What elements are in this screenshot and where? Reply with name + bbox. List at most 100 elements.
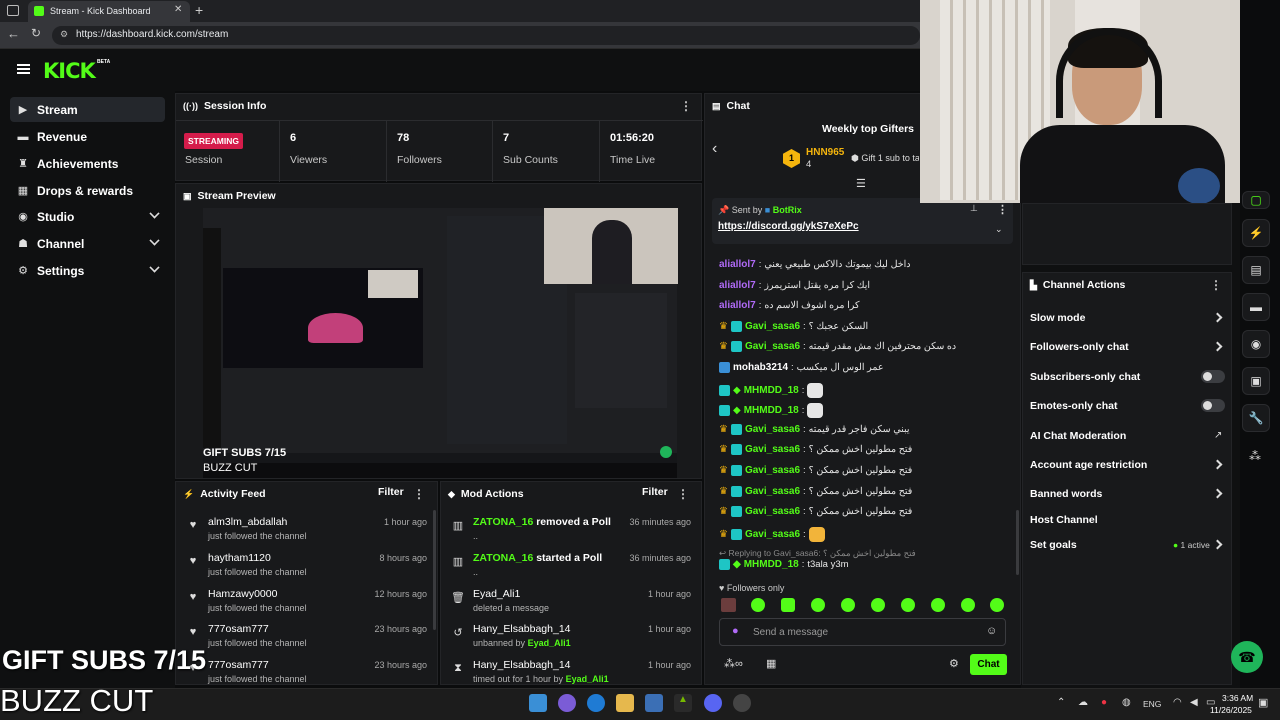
account-age-action[interactable]: Account age restriction: [1030, 459, 1147, 471]
host-channel-action[interactable]: Host Channel: [1030, 514, 1098, 526]
chat-user[interactable]: Gavi_sasa6: [745, 341, 800, 352]
emote-icon[interactable]: [841, 598, 855, 612]
activity-user[interactable]: alm3lm_abdallah: [208, 516, 287, 528]
emote-icon[interactable]: [721, 598, 736, 612]
pinned-link[interactable]: https://discord.gg/ykS7eXePc: [718, 221, 859, 232]
sidebar-item-achievements[interactable]: ♜ Achievements: [10, 151, 165, 176]
rail-button-broadcast[interactable]: ◉: [1242, 330, 1270, 358]
browser-tab[interactable]: Stream - Kick Dashboard ✕: [28, 1, 190, 22]
activity-user[interactable]: 777osam777: [208, 659, 269, 671]
chat-user[interactable]: aliallol7: [719, 300, 756, 311]
chat-settings-icon[interactable]: ⚙: [949, 657, 959, 670]
set-goals-action[interactable]: Set goals: [1030, 539, 1077, 551]
site-info-icon[interactable]: ⚙: [60, 29, 68, 40]
send-chat-button[interactable]: Chat: [970, 654, 1007, 675]
activity-user[interactable]: Hamzawy0000: [208, 588, 277, 600]
subscribers-only-toggle[interactable]: [1201, 370, 1225, 383]
ai-moderation-action[interactable]: AI Chat Moderation: [1030, 430, 1126, 442]
emote-icon[interactable]: [871, 598, 885, 612]
chat-user[interactable]: aliallol7: [719, 280, 756, 291]
gifter-name[interactable]: HNN965: [806, 147, 844, 158]
banned-words-action[interactable]: Banned words: [1030, 488, 1102, 500]
chat-user[interactable]: Gavi_sasa6: [745, 486, 800, 497]
gift-icon[interactable]: ▦: [766, 657, 776, 670]
chat-input[interactable]: ● Send a message ☺: [719, 618, 1006, 646]
chat-scrollbar[interactable]: [1016, 510, 1019, 575]
clock-date[interactable]: 11/26/2025: [1210, 705, 1252, 715]
followers-only-action[interactable]: Followers-only chat: [1030, 341, 1129, 353]
gift-sub-button[interactable]: ⬢ Gift 1 sub to ta: [851, 153, 919, 164]
more-options-icon[interactable]: ⋮: [680, 99, 692, 113]
hamburger-menu-icon[interactable]: [17, 64, 30, 74]
sidebar-item-settings[interactable]: ⚙ Settings: [10, 258, 165, 283]
wifi-icon[interactable]: ◠: [1173, 697, 1182, 708]
chat-user[interactable]: MHMDD_18: [744, 559, 799, 570]
chat-user[interactable]: Gavi_sasa6: [745, 506, 800, 517]
mod-user[interactable]: ZATONA_16: [473, 516, 533, 528]
more-options-icon[interactable]: ⋮: [997, 203, 1008, 216]
discord-icon[interactable]: [704, 694, 722, 712]
mod-by-user[interactable]: Eyad_Ali1: [566, 674, 609, 684]
mod-user[interactable]: Eyad_Ali1: [473, 588, 520, 600]
new-tab-icon[interactable]: +: [195, 2, 203, 18]
nvidia-icon[interactable]: ▲: [674, 694, 692, 712]
emote-icon[interactable]: [961, 598, 975, 612]
chat-user[interactable]: aliallol7: [719, 259, 756, 270]
emotes-only-toggle[interactable]: [1201, 399, 1225, 412]
filter-button[interactable]: Filter: [642, 486, 668, 498]
onedrive-icon[interactable]: ☁: [1078, 697, 1088, 708]
edge-icon[interactable]: [587, 694, 605, 712]
kick-points-rail-icon[interactable]: ⁂: [1249, 449, 1261, 463]
language-indicator[interactable]: ENG: [1143, 699, 1161, 709]
scrollbar[interactable]: [433, 510, 436, 630]
emote-icon[interactable]: [901, 598, 915, 612]
file-explorer-icon[interactable]: [616, 694, 634, 712]
mic-icon[interactable]: ●: [732, 625, 739, 637]
pin-icon[interactable]: ⊥: [970, 203, 978, 214]
clock-time[interactable]: 3:36 AM: [1222, 693, 1253, 703]
volume-icon[interactable]: ◀: [1190, 697, 1198, 708]
activity-user[interactable]: 777osam777: [208, 623, 269, 635]
emote-icon[interactable]: [811, 598, 825, 612]
kick-points-icon[interactable]: ⁂∞: [724, 657, 743, 670]
tray-chevron-icon[interactable]: ⌃: [1057, 697, 1065, 708]
activity-user[interactable]: haytham1120: [208, 552, 271, 564]
more-options-icon[interactable]: ⋮: [677, 487, 689, 501]
mic-tray-icon[interactable]: ●: [1101, 697, 1107, 708]
url-field[interactable]: ⚙ https://dashboard.kick.com/stream: [52, 26, 920, 45]
emote-icon[interactable]: [781, 598, 795, 612]
rail-button-notes[interactable]: ▤: [1242, 256, 1270, 284]
external-link-icon[interactable]: ↗: [1214, 430, 1222, 441]
more-options-icon[interactable]: ⋮: [413, 487, 425, 501]
chat-user[interactable]: mohab3214: [733, 362, 788, 373]
chat-user[interactable]: Gavi_sasa6: [745, 465, 800, 476]
rail-button-bolt[interactable]: ⚡: [1242, 219, 1270, 247]
pinned-user[interactable]: BotRix: [773, 205, 802, 215]
rail-button-tools[interactable]: 🔧: [1242, 404, 1270, 432]
chat-user[interactable]: Gavi_sasa6: [745, 529, 800, 540]
back-icon[interactable]: ←: [7, 26, 20, 41]
rail-button-layout[interactable]: ▣: [1242, 367, 1270, 395]
emoji-icon[interactable]: ☺: [986, 625, 997, 637]
mod-user[interactable]: Hany_Elsabbagh_14: [473, 659, 571, 671]
slow-mode-action[interactable]: Slow mode: [1030, 312, 1085, 324]
chat-user[interactable]: MHMDD_18: [744, 405, 799, 416]
obs-icon[interactable]: [733, 694, 751, 712]
sidebar-item-channel[interactable]: ☗ Channel: [10, 231, 165, 256]
rail-button-chat[interactable]: ▬: [1242, 293, 1270, 321]
support-chat-button[interactable]: ☎: [1231, 641, 1263, 673]
filter-button[interactable]: Filter: [378, 486, 404, 498]
chevron-down-icon[interactable]: ⌄: [995, 224, 1003, 235]
chat-user[interactable]: Gavi_sasa6: [745, 444, 800, 455]
chat-user[interactable]: MHMDD_18: [744, 385, 799, 396]
emote-icon[interactable]: [990, 598, 1004, 612]
sidebar-item-stream[interactable]: ▶ Stream: [10, 97, 165, 122]
sidebar-item-drops[interactable]: ▦ Drops & rewards: [10, 178, 165, 203]
emote-icon[interactable]: [931, 598, 945, 612]
window-menu-icon[interactable]: [7, 5, 19, 16]
collapse-icon[interactable]: ☰: [856, 177, 866, 190]
more-options-icon[interactable]: ⋮: [1210, 278, 1222, 292]
store-icon[interactable]: [645, 694, 663, 712]
mod-user[interactable]: ZATONA_16: [473, 552, 533, 564]
network-icon[interactable]: ◍: [1122, 697, 1131, 708]
